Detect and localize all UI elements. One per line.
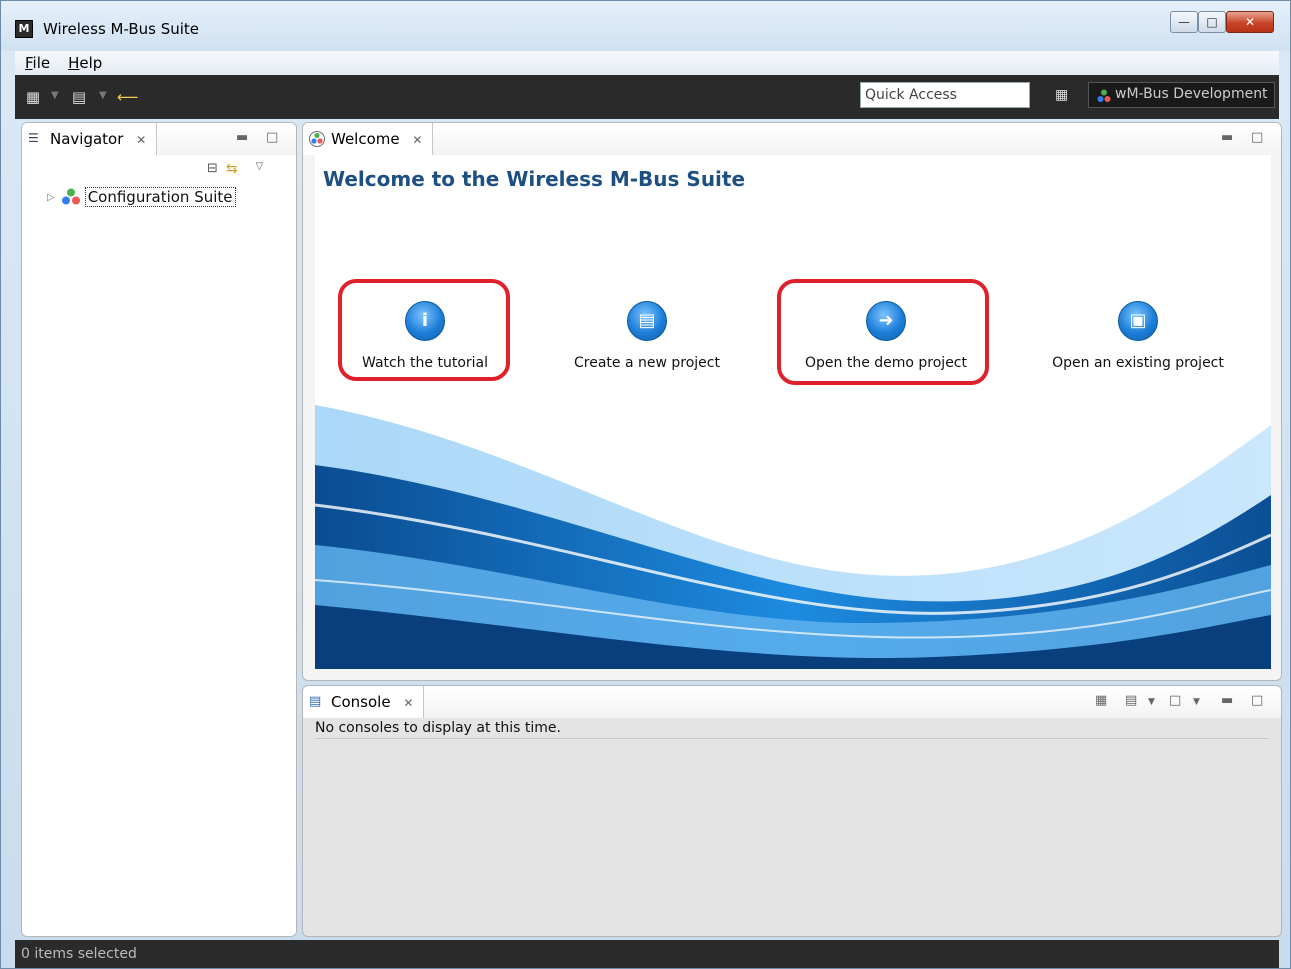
console-header: ▤ Console ✕ ▦ ▤ ▼ □ ▼ ▬ □ bbox=[303, 686, 1281, 718]
navigator-icon: ☰ bbox=[28, 131, 39, 145]
navigator-header: ☰ Navigator ✕ ▬ □ bbox=[22, 123, 296, 155]
maximize-view-icon[interactable]: □ bbox=[1251, 693, 1263, 708]
open-existing-project-button[interactable]: ▣ Open an existing project bbox=[1038, 301, 1238, 371]
window-title: Wireless M-Bus Suite bbox=[43, 20, 200, 38]
maximize-view-icon[interactable]: □ bbox=[266, 130, 278, 145]
app-icon: M bbox=[15, 20, 33, 38]
minimize-view-icon[interactable]: ▬ bbox=[1221, 693, 1233, 708]
expand-arrow-icon[interactable]: ▷ bbox=[47, 192, 55, 203]
tree-item-configuration-suite[interactable]: ▷ Configuration Suite bbox=[47, 187, 236, 207]
perspective-icon bbox=[1097, 89, 1111, 102]
tab-welcome[interactable]: Welcome ✕ bbox=[303, 123, 434, 155]
link-editor-icon[interactable]: ⇆ bbox=[226, 161, 238, 177]
navigator-tree bbox=[34, 185, 286, 925]
navigator-panel: ☰ Navigator ✕ ▬ □ ⊟ ⇆ ▽ ▷ Configuration … bbox=[21, 122, 297, 937]
welcome-page: Welcome to the Wireless M-Bus Suite i Wa… bbox=[315, 155, 1271, 669]
console-output: No consoles to display at this time. bbox=[315, 720, 1269, 739]
menu-bar: File Help bbox=[15, 51, 1279, 75]
status-text: 0 items selected bbox=[21, 946, 137, 962]
demo-project-highlight bbox=[777, 279, 989, 385]
import-icon[interactable]: ▤ bbox=[69, 87, 89, 107]
chevron-down-icon[interactable]: ▼ bbox=[99, 90, 107, 101]
close-button[interactable]: ✕ bbox=[1226, 11, 1274, 33]
tab-console[interactable]: ▤ Console ✕ bbox=[303, 686, 425, 718]
new-wizard-icon[interactable]: ▦ bbox=[23, 87, 43, 107]
title-bar: M Wireless M-Bus Suite — □ ✕ bbox=[1, 1, 1290, 51]
project-icon bbox=[61, 188, 80, 205]
decorative-waves bbox=[315, 405, 1271, 669]
perspective-wm-bus-development[interactable]: wM-Bus Development bbox=[1088, 82, 1275, 108]
display-console-icon[interactable]: ▤ bbox=[1125, 693, 1137, 708]
minimize-view-icon[interactable]: ▬ bbox=[236, 130, 248, 145]
window-controls: — □ ✕ bbox=[1170, 11, 1274, 33]
create-new-project-button[interactable]: ▤ Create a new project bbox=[547, 301, 747, 371]
view-menu-icon[interactable]: ▽ bbox=[256, 161, 264, 177]
welcome-heading: Welcome to the Wireless M-Bus Suite bbox=[323, 167, 746, 191]
chevron-down-icon[interactable]: ▼ bbox=[1193, 697, 1200, 707]
open-console-icon[interactable]: □ bbox=[1169, 693, 1181, 708]
app-window: M Wireless M-Bus Suite — □ ✕ File Help ▦… bbox=[0, 0, 1291, 969]
back-arrow-icon[interactable]: ⟵ bbox=[117, 87, 139, 107]
document-icon: ▤ bbox=[627, 301, 667, 341]
pin-console-icon[interactable]: ▦ bbox=[1095, 693, 1107, 708]
welcome-panel: Welcome ✕ ▬ □ Welcome to the Wireless M-… bbox=[302, 122, 1282, 681]
maximize-button[interactable]: □ bbox=[1198, 11, 1226, 33]
close-icon[interactable]: ✕ bbox=[136, 133, 146, 147]
console-icon: ▤ bbox=[309, 694, 322, 709]
navigator-toolbar: ⊟ ⇆ ▽ bbox=[207, 161, 263, 177]
open-perspective-icon[interactable]: ▦ bbox=[1055, 87, 1073, 105]
welcome-header: Welcome ✕ ▬ □ bbox=[303, 123, 1281, 155]
tab-navigator[interactable]: ☰ Navigator ✕ bbox=[22, 123, 158, 155]
folder-icon: ▣ bbox=[1118, 301, 1158, 341]
minimize-button[interactable]: — bbox=[1170, 11, 1198, 33]
chevron-down-icon[interactable]: ▼ bbox=[1148, 697, 1155, 707]
quick-access-input[interactable] bbox=[860, 82, 1030, 108]
tutorial-highlight bbox=[338, 279, 510, 381]
main-toolbar: ▦ ▼ ▤ ▼ ⟵ ▦ wM-Bus Development bbox=[15, 75, 1279, 119]
maximize-view-icon[interactable]: □ bbox=[1251, 130, 1263, 145]
status-bar: 0 items selected bbox=[15, 940, 1279, 968]
menu-help[interactable]: Help bbox=[68, 54, 102, 72]
chevron-down-icon[interactable]: ▼ bbox=[51, 90, 59, 101]
console-panel: ▤ Console ✕ ▦ ▤ ▼ □ ▼ ▬ □ No consoles to… bbox=[302, 685, 1282, 937]
collapse-all-icon[interactable]: ⊟ bbox=[207, 161, 218, 177]
welcome-icon bbox=[309, 131, 325, 147]
close-icon[interactable]: ✕ bbox=[403, 696, 413, 710]
menu-file[interactable]: File bbox=[25, 54, 50, 72]
close-icon[interactable]: ✕ bbox=[412, 133, 422, 147]
minimize-view-icon[interactable]: ▬ bbox=[1221, 130, 1233, 145]
console-message: No consoles to display at this time. bbox=[315, 720, 1269, 739]
